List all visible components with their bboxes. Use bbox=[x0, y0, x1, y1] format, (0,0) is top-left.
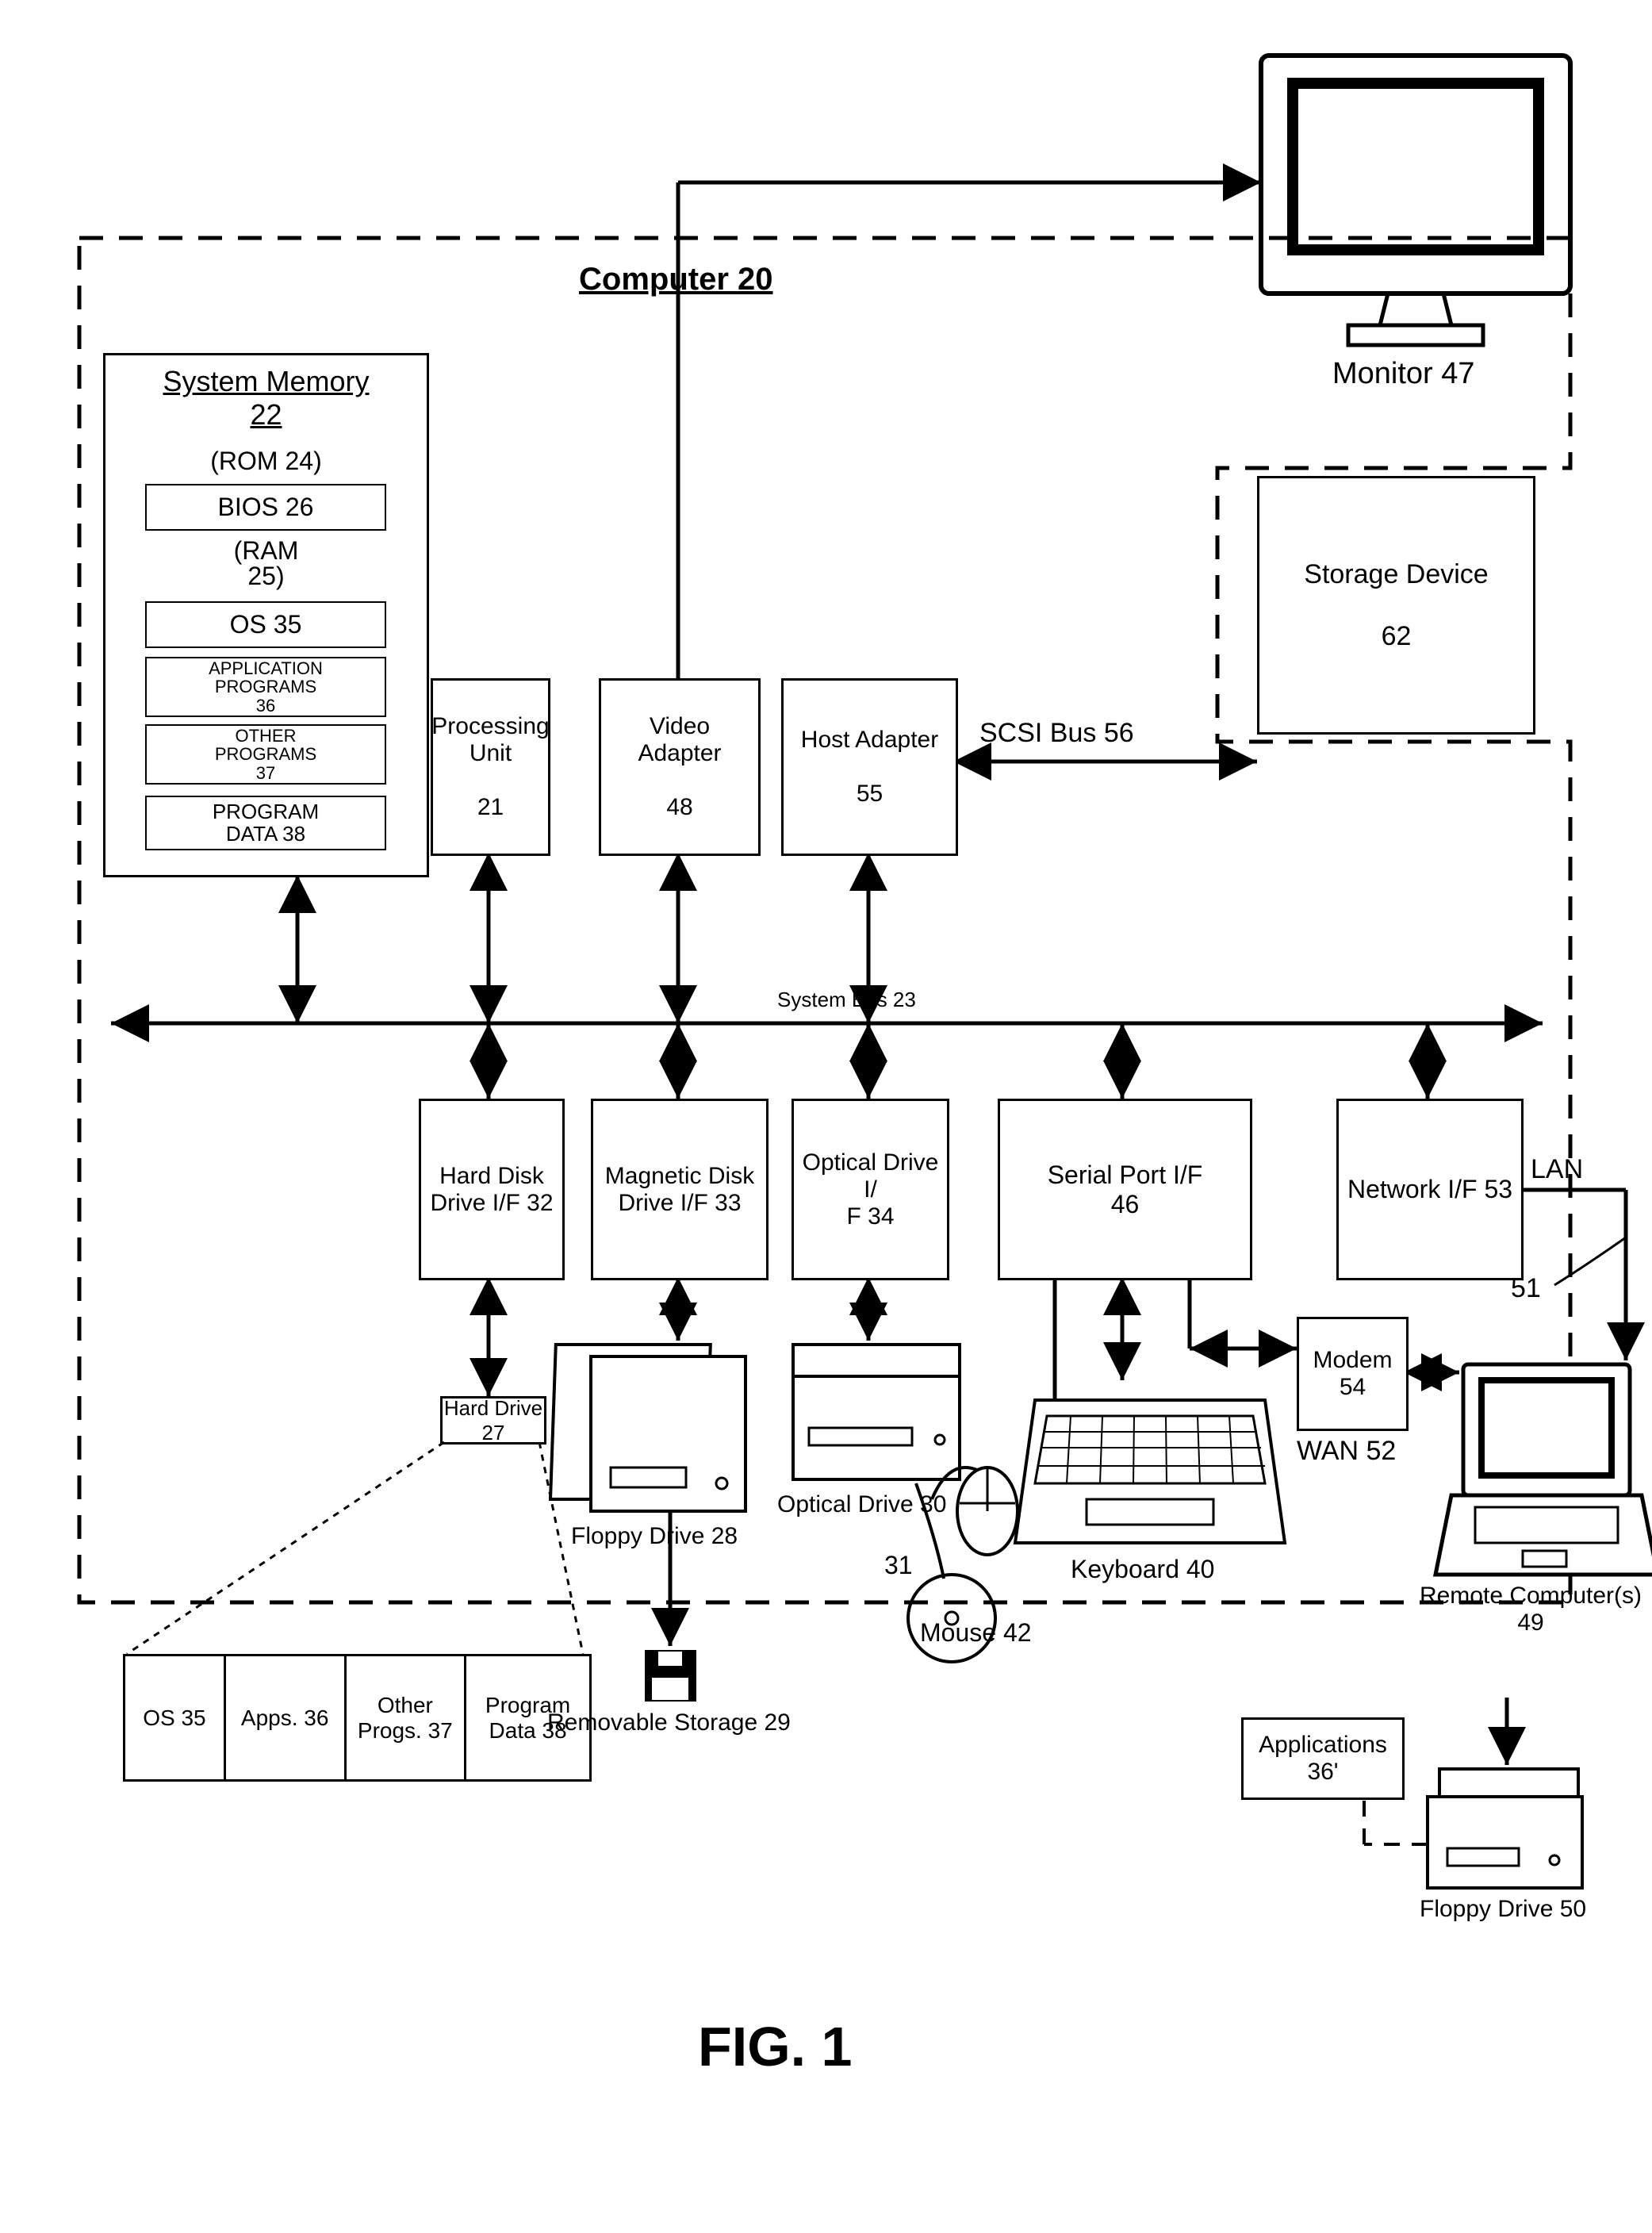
computer-title: Computer 20 bbox=[579, 262, 773, 297]
network-if-box: Network I/F 53 bbox=[1336, 1099, 1524, 1280]
host-adapter-box: Host Adapter55 bbox=[781, 678, 958, 856]
floppy-28-label: Floppy Drive 28 bbox=[571, 1523, 738, 1550]
hd-data-cell: ProgramData 38 bbox=[466, 1656, 589, 1779]
bios-box: BIOS 26 bbox=[145, 484, 386, 531]
hard-drive-box: Hard Drive 27 bbox=[440, 1396, 546, 1445]
sysmem-num: 22 bbox=[250, 398, 282, 431]
modem-box: Modem54 bbox=[1297, 1317, 1409, 1431]
floppy-50-label: Floppy Drive 50 bbox=[1420, 1896, 1586, 1923]
hd-os-cell: OS 35 bbox=[125, 1656, 226, 1779]
video-adapter-box: VideoAdapter48 bbox=[599, 678, 761, 856]
program-data-box: PROGRAMDATA 38 bbox=[145, 796, 386, 850]
hd-other-cell: OtherProgs. 37 bbox=[347, 1656, 467, 1779]
system-bus-label: System Bus 23 bbox=[777, 988, 916, 1012]
mouse-label: Mouse 42 bbox=[920, 1618, 1032, 1648]
rom-label: (ROM 24) bbox=[105, 447, 427, 476]
hd-contents-table: OS 35 Apps. 36 OtherProgs. 37 ProgramDat… bbox=[123, 1654, 592, 1782]
os-box: OS 35 bbox=[145, 601, 386, 648]
other-programs-box: OTHERPROGRAMS37 bbox=[145, 724, 386, 785]
remote-computer-label: Remote Computer(s)49 bbox=[1404, 1583, 1652, 1636]
hard-disk-if-box: Hard DiskDrive I/F 32 bbox=[419, 1099, 565, 1280]
scsi-bus-label: SCSI Bus 56 bbox=[979, 718, 1134, 749]
ram-label: (RAM25) bbox=[105, 538, 427, 589]
cd-31-label: 31 bbox=[884, 1551, 913, 1580]
system-memory-box: System Memory 22 (ROM 24) BIOS 26 (RAM25… bbox=[103, 353, 429, 877]
app-programs-box: APPLICATIONPROGRAMS36 bbox=[145, 657, 386, 717]
optical-drive-30-label: Optical Drive 30 bbox=[777, 1491, 946, 1518]
figure-label: FIG. 1 bbox=[698, 2015, 852, 2078]
processing-unit-box: ProcessingUnit21 bbox=[431, 678, 550, 856]
magnetic-disk-if-box: Magnetic DiskDrive I/F 33 bbox=[591, 1099, 769, 1280]
lan-num-label: 51 bbox=[1511, 1273, 1541, 1304]
wan-label: WAN 52 bbox=[1297, 1436, 1396, 1467]
keyboard-label: Keyboard 40 bbox=[1071, 1555, 1214, 1584]
monitor-label: Monitor 47 bbox=[1332, 357, 1475, 391]
lan-label: LAN bbox=[1531, 1154, 1583, 1185]
hd-apps-cell: Apps. 36 bbox=[226, 1656, 347, 1779]
applications-36p-box: Applications36' bbox=[1241, 1717, 1405, 1800]
sysmem-title: System Memory bbox=[163, 365, 369, 397]
serial-port-if-box: Serial Port I/F46 bbox=[998, 1099, 1252, 1280]
storage-device-box: Storage Device62 bbox=[1257, 476, 1535, 735]
optical-drive-if-box: Optical Drive I/F 34 bbox=[792, 1099, 949, 1280]
